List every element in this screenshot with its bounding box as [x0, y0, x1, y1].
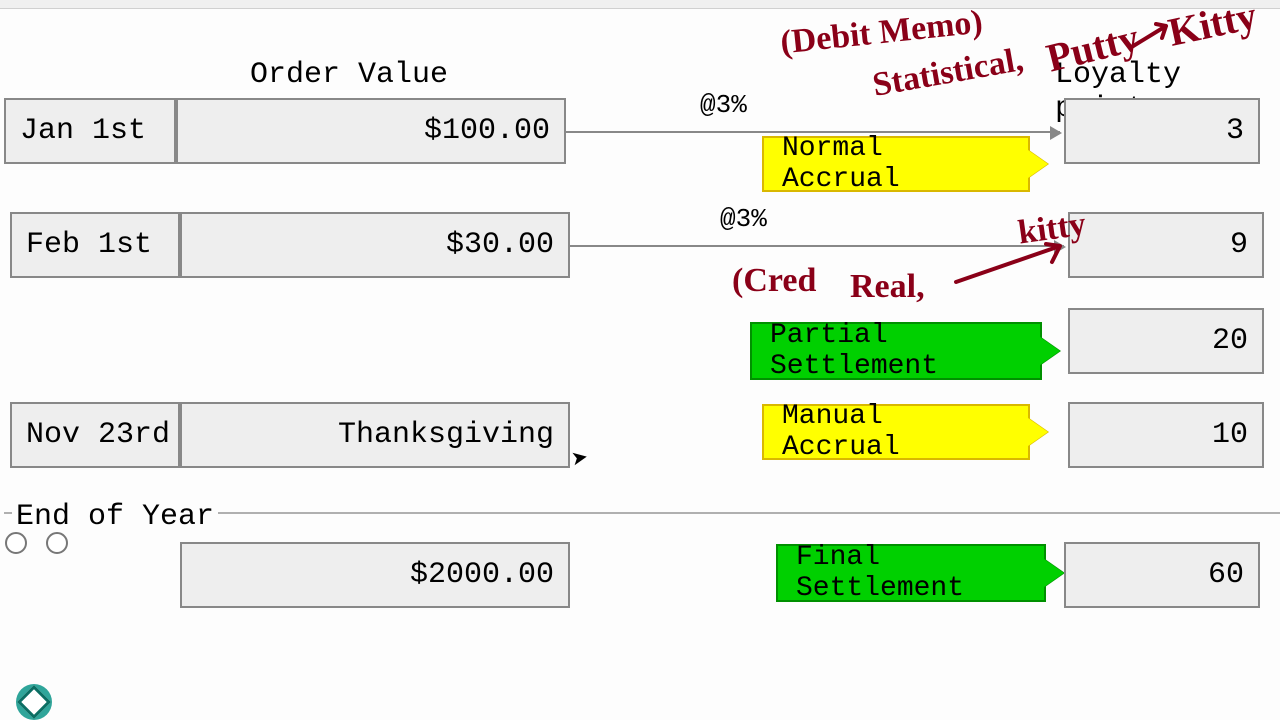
- rate-label-feb: @3%: [720, 204, 767, 234]
- tag-label: Final Settlement: [796, 542, 1022, 604]
- tag-partial-settlement: Partial Settlement: [750, 322, 1042, 380]
- tag-notch-icon: [1028, 418, 1048, 446]
- handwriting-real: Real,: [850, 268, 925, 306]
- arrowhead-icon: [1050, 126, 1062, 140]
- handwriting-cred: (Cred: [732, 262, 816, 300]
- points-cell-feb: 9: [1068, 212, 1264, 278]
- tag-label: Normal Accrual: [782, 133, 1006, 195]
- window-top-bar: [0, 0, 1280, 9]
- date-cell-jan: Jan 1st: [4, 98, 176, 164]
- order-value: Thanksgiving: [338, 418, 554, 452]
- order-value-header: Order Value: [250, 58, 448, 92]
- radio-option-2[interactable]: [46, 532, 68, 554]
- order-value-cell-eoy: $2000.00: [180, 542, 570, 608]
- handwriting-arrow-icon: [1128, 18, 1178, 58]
- points-value: 3: [1226, 114, 1244, 148]
- gear-icon[interactable]: [16, 684, 52, 720]
- order-value: $2000.00: [410, 558, 554, 592]
- date-value: Jan 1st: [20, 114, 146, 148]
- tag-normal-accrual: Normal Accrual: [762, 136, 1030, 192]
- tag-final-settlement: Final Settlement: [776, 544, 1046, 602]
- date-value: Feb 1st: [26, 228, 152, 262]
- order-value: $30.00: [446, 228, 554, 262]
- date-cell-feb: Feb 1st: [10, 212, 180, 278]
- handwriting-kitty-top: Kitty: [1164, 0, 1261, 56]
- points-cell-eoy: 60: [1064, 542, 1260, 608]
- tag-notch-icon: [1040, 337, 1060, 365]
- tag-notch-icon: [1028, 150, 1048, 178]
- points-value: 20: [1212, 324, 1248, 358]
- tag-label: Manual Accrual: [782, 401, 1006, 463]
- radio-option-1[interactable]: [5, 532, 27, 554]
- points-value: 9: [1230, 228, 1248, 262]
- tag-label: Partial Settlement: [770, 320, 1018, 382]
- handwriting-arrow-icon: [950, 240, 1070, 300]
- date-value: Nov 23rd: [26, 418, 170, 452]
- points-cell-partial: 20: [1068, 308, 1264, 374]
- tag-notch-icon: [1044, 559, 1064, 587]
- points-cell-jan: 3: [1064, 98, 1260, 164]
- points-value: 60: [1208, 558, 1244, 592]
- mouse-cursor-icon: ➤: [569, 441, 592, 478]
- end-of-year-label: End of Year: [12, 500, 218, 534]
- points-value: 10: [1212, 418, 1248, 452]
- order-value-cell-jan: $100.00: [176, 98, 566, 164]
- points-cell-nov: 10: [1068, 402, 1264, 468]
- rate-label-jan: @3%: [700, 90, 747, 120]
- order-value-cell-feb: $30.00: [180, 212, 570, 278]
- order-value-cell-nov: Thanksgiving: [180, 402, 570, 468]
- date-cell-nov: Nov 23rd: [10, 402, 180, 468]
- order-value: $100.00: [424, 114, 550, 148]
- tag-manual-accrual: Manual Accrual: [762, 404, 1030, 460]
